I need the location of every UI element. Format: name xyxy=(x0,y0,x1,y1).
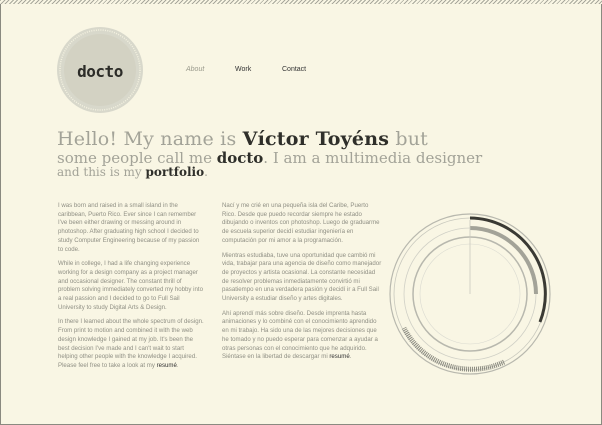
dial-dark-arc xyxy=(469,216,547,323)
about-es-p3: Ahí aprendí más sobre diseño. Desde impr… xyxy=(222,309,378,361)
about-english: I was born and raised in a small island … xyxy=(58,202,205,377)
about-spanish: Nací y me crié en una pequeña isla del C… xyxy=(222,202,382,368)
decorative-dial xyxy=(389,213,551,375)
portfolio-link[interactable]: portfolio xyxy=(146,165,205,179)
nav-about[interactable]: About xyxy=(186,66,204,73)
nav-work[interactable]: Work xyxy=(235,66,251,73)
about-es-p1: Nací y me crié en una pequeña isla del C… xyxy=(222,202,380,244)
headline-line1: Hello! My name is Víctor Toyéns but xyxy=(57,128,428,150)
top-stripe xyxy=(0,0,602,4)
headline-nickname: docto xyxy=(216,149,264,167)
resume-link-en[interactable]: resumé xyxy=(157,362,177,369)
about-en-p2: While in college, I had a life changing … xyxy=(58,260,203,311)
headline-line3: and this is my portfolio. xyxy=(57,165,208,179)
about-en-p1: I was born and raised in a small island … xyxy=(58,202,200,253)
logo-text: docto xyxy=(77,62,123,81)
about-es-p2: Mientras estudiaba, tuve una oportunidad… xyxy=(222,251,382,303)
headline-name: Víctor Toyéns xyxy=(242,128,390,150)
nav-contact[interactable]: Contact xyxy=(282,66,306,73)
logo-badge[interactable]: docto xyxy=(56,26,144,114)
resume-link-es[interactable]: resumé xyxy=(329,353,349,360)
about-en-p3: In there I learned about the whole spect… xyxy=(58,318,204,369)
